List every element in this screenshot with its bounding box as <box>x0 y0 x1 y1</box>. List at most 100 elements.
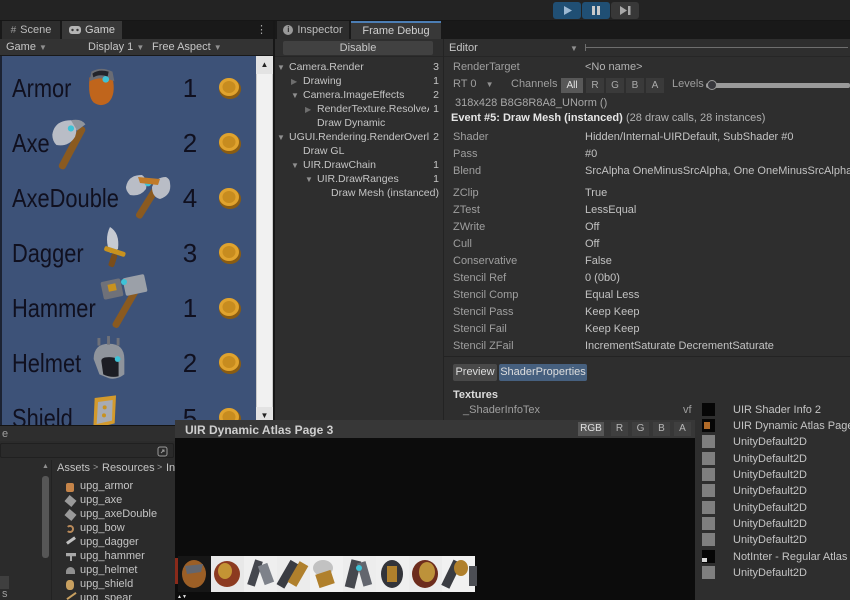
frame-event-tree: ▼Camera.Render3 ▶Drawing1 ▼Camera.ImageE… <box>275 57 443 420</box>
scrollbar-thumb[interactable] <box>257 74 272 407</box>
tree-row[interactable]: ▼UIR.DrawRanges1 <box>275 172 443 186</box>
asset-item[interactable]: upg_axeDouble <box>80 508 157 520</box>
item-label: Hammer <box>12 293 96 324</box>
texture-property-name: _ShaderInfoTex <box>463 404 540 416</box>
asset-icon <box>66 592 76 600</box>
asset-item[interactable]: upg_armor <box>80 480 133 492</box>
tree-row[interactable]: ▼Camera.ImageEffects2 <box>275 88 443 102</box>
texture-name[interactable]: NotInter - Regular Atlas <box>733 551 847 563</box>
project-search-field[interactable] <box>0 443 174 458</box>
tree-row[interactable]: ▶Drawing1 <box>275 74 443 88</box>
asset-item[interactable]: upg_dagger <box>80 536 139 548</box>
atlas-rgb-button[interactable]: RGB <box>578 422 604 436</box>
item-count: 2 <box>170 128 210 159</box>
shader-properties-button[interactable]: ShaderProperties <box>499 364 587 381</box>
rt-dropdown[interactable]: RT 0 ▼ <box>453 78 494 90</box>
asset-item[interactable]: upg_shield <box>80 578 133 590</box>
texture-thumb <box>702 403 715 416</box>
channel-b-button[interactable]: B <box>626 78 644 93</box>
channel-r-button[interactable]: R <box>586 78 604 93</box>
texture-thumb <box>702 533 715 546</box>
levels-slider-knob[interactable] <box>707 80 717 90</box>
breadcrumb-assets[interactable]: Assets <box>57 462 90 474</box>
asset-list: upg_armor upg_axe upg_axeDouble upg_bow … <box>53 480 175 600</box>
texture-name[interactable]: UnityDefault2D <box>733 502 807 514</box>
step-button[interactable] <box>611 2 639 19</box>
tab-inspector[interactable]: i Inspector <box>277 21 349 39</box>
atlas-scroll-icons[interactable]: ▲▼ <box>177 594 187 600</box>
dagger-icon <box>92 223 134 273</box>
armor-icon <box>80 63 122 109</box>
maximize-icon[interactable] <box>157 446 168 457</box>
texture-name[interactable]: UnityDefault2D <box>733 485 807 497</box>
tree-row[interactable]: Draw Mesh (instanced) <box>275 186 443 200</box>
asset-item[interactable]: upg_hammer <box>80 550 145 562</box>
channel-g-button[interactable]: G <box>606 78 624 93</box>
tree-row[interactable]: Draw Dynamic <box>275 116 443 130</box>
tree-row[interactable]: ▼UIR.DrawChain1 <box>275 158 443 172</box>
game-pane-menu-icon[interactable]: ⋮ <box>256 23 267 36</box>
rt-dimensions: 318x428 B8G8R8A8_UNorm () <box>455 97 607 109</box>
texture-name[interactable]: UIR Dynamic Atlas Page <box>733 420 850 432</box>
aspect-dropdown[interactable]: Free Aspect ▼ <box>152 41 222 53</box>
tab-scene[interactable]: # Scene <box>2 21 60 39</box>
display-dropdown[interactable]: Display 1 ▼ <box>88 41 144 53</box>
texture-name[interactable]: UnityDefault2D <box>733 469 807 481</box>
texture-name[interactable]: UIR Shader Info 2 <box>733 404 821 416</box>
tree-row[interactable]: ▼UGUI.Rendering.RenderOverla2 <box>275 130 443 144</box>
texture-thumb <box>702 484 715 497</box>
levels-slider[interactable] <box>706 83 850 88</box>
breadcrumb-folder[interactable]: In <box>166 462 175 474</box>
atlas-b-button[interactable]: B <box>653 422 670 436</box>
tree-scroll-up-icon[interactable]: ▲ <box>42 463 49 470</box>
shield-icon <box>76 394 132 425</box>
preview-button[interactable]: Preview <box>453 364 497 381</box>
texture-thumb <box>702 452 715 465</box>
texture-thumb <box>702 517 715 530</box>
target-dropdown[interactable]: Editor <box>449 42 478 54</box>
asset-icon <box>66 483 74 492</box>
tree-row[interactable]: Draw GL <box>275 144 443 158</box>
texture-name[interactable]: UnityDefault2D <box>733 518 807 530</box>
texture-name[interactable]: UnityDefault2D <box>733 567 807 579</box>
tree-row[interactable]: ▶RenderTexture.ResolveA/1 <box>275 102 443 116</box>
disable-button[interactable]: Disable <box>283 41 433 55</box>
texture-name[interactable]: UnityDefault2D <box>733 534 807 546</box>
asset-icon <box>66 536 76 544</box>
asset-icon <box>66 580 74 590</box>
item-count: 3 <box>170 238 210 269</box>
pause-button[interactable] <box>582 2 610 19</box>
asset-item[interactable]: upg_helmet <box>80 564 138 576</box>
asset-item[interactable]: upg_bow <box>80 522 125 534</box>
atlas-g-button[interactable]: G <box>632 422 649 436</box>
pause-icon <box>582 2 610 19</box>
atlas-r-button[interactable]: R <box>611 422 628 436</box>
texture-thumb <box>702 419 715 432</box>
tree-row[interactable]: ▼Camera.Render3 <box>275 60 443 74</box>
channel-all-button[interactable]: All <box>561 78 583 93</box>
scroll-up-icon[interactable]: ▲ <box>256 56 273 74</box>
texture-thumb <box>702 566 715 579</box>
play-button[interactable] <box>553 2 581 19</box>
tab-game[interactable]: Game <box>62 21 122 39</box>
gamepad-icon <box>69 26 81 34</box>
breadcrumb-resources[interactable]: Resources <box>102 462 155 474</box>
asset-item[interactable]: upg_axe <box>80 494 122 506</box>
item-label: Armor <box>12 73 71 104</box>
texture-name[interactable]: UnityDefault2D <box>733 436 807 448</box>
textures-header: Textures <box>453 389 498 401</box>
channel-a-button[interactable]: A <box>646 78 664 93</box>
tab-frame-debug[interactable]: Frame Debug <box>351 21 441 39</box>
game-mode-dropdown[interactable]: Game ▼ <box>6 41 47 53</box>
tree-scrollbar-thumb[interactable] <box>42 476 49 558</box>
texture-name[interactable]: UnityDefault2D <box>733 453 807 465</box>
texture-thumb <box>702 501 715 514</box>
atlas-a-button[interactable]: A <box>674 422 691 436</box>
event-slider[interactable] <box>585 47 848 48</box>
asset-icon <box>64 509 76 521</box>
axe-double-icon <box>120 168 178 226</box>
texture-list: UIR Shader Info 2 UIR Dynamic Atlas Page… <box>695 398 850 600</box>
game-scrollbar[interactable]: ▲ ▼ <box>256 56 273 425</box>
asset-item[interactable]: upg_spear <box>80 592 132 600</box>
breadcrumb: Assets > Resources > In <box>53 462 175 477</box>
